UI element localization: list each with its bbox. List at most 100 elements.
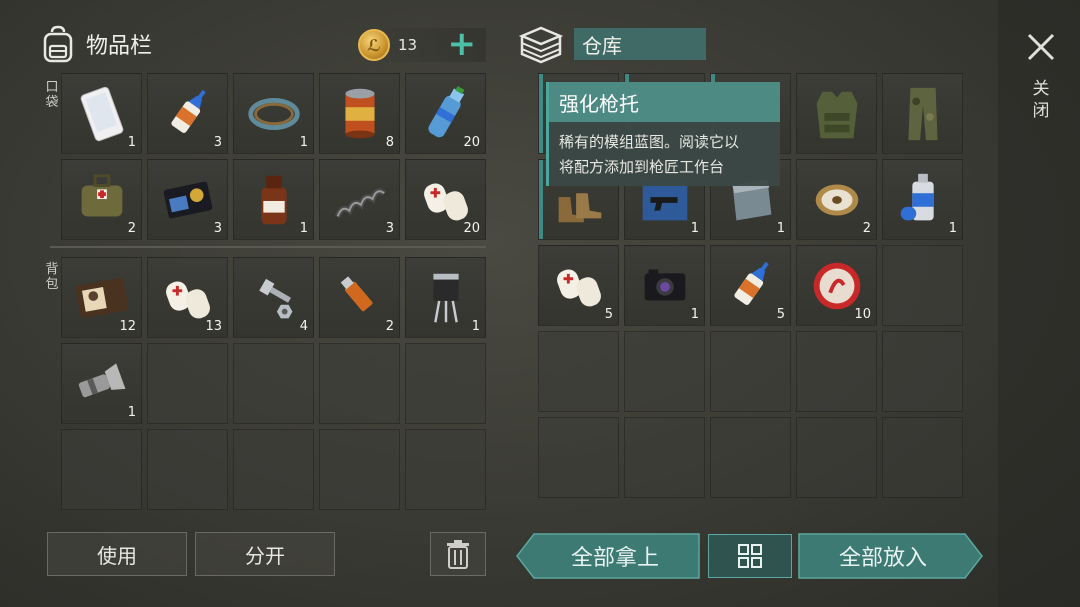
empty-slot[interactable] [538,417,619,498]
empty-slot[interactable] [147,429,228,510]
item-count: 1 [690,307,699,322]
backpack-grid: 12 13 4 2 1 1 [61,257,486,510]
tooltip-line-2: 将配方添加到枪匠工作台 [559,158,725,176]
item-slot[interactable]: 20 [405,73,486,154]
empty-slot[interactable] [405,429,486,510]
empty-slot[interactable] [405,343,486,424]
item-slot[interactable]: 2 [796,159,877,240]
empty-slot[interactable] [61,429,142,510]
item-count: 20 [463,135,480,150]
canned-food-icon [344,88,375,138]
item-slot[interactable]: 20 [405,159,486,240]
take-all-button[interactable]: 全部拿上 [530,534,700,578]
coin-count: 13 [398,36,418,54]
empty-slot[interactable] [710,417,791,498]
empty-slot[interactable] [319,343,400,424]
item-slot[interactable]: 5 [538,245,619,326]
item-slot[interactable]: 3 [147,73,228,154]
warehouse-title: 仓库 [574,28,706,60]
item-slot[interactable]: 3 [319,159,400,240]
item-count: 3 [213,221,222,236]
camo-pants-icon [907,87,938,140]
glue-tube-icon [170,89,206,133]
tactical-vest-icon [816,91,857,138]
item-slot[interactable]: 1 [233,159,314,240]
item-count: 1 [299,221,308,236]
slot-accent [539,160,543,239]
crate-stack-icon [518,26,564,64]
empty-slot[interactable] [624,417,705,498]
item-count: 3 [213,135,222,150]
item-slot[interactable]: 1 [882,159,963,240]
glue-tube-icon [733,261,769,305]
close-icon[interactable] [1024,30,1058,64]
item-slot[interactable] [882,73,963,154]
empty-slot[interactable] [319,429,400,510]
tooltip-title: 强化枪托 [549,82,780,122]
close-label[interactable]: 关闭 [1030,78,1052,122]
item-count: 10 [854,307,871,322]
item-slot[interactable]: 4 [233,257,314,338]
empty-slot[interactable] [882,417,963,498]
item-slot[interactable]: 1 [405,257,486,338]
section-divider [50,246,486,248]
item-count: 4 [299,319,308,334]
empty-slot[interactable] [796,417,877,498]
item-slot[interactable]: 10 [796,245,877,326]
item-count: 1 [471,319,480,334]
item-count: 13 [205,319,222,334]
item-slot[interactable]: 2 [61,159,142,240]
item-count: 2 [862,221,871,236]
item-slot[interactable]: 13 [147,257,228,338]
item-slot[interactable]: 1 [624,245,705,326]
item-slot[interactable]: 5 [710,245,791,326]
empty-slot[interactable] [538,331,619,412]
grid-view-icon [738,544,762,568]
backpack-label: 背包 [45,262,59,292]
inventory-header: 物品栏 [38,22,152,66]
police-badge-wallet-icon [163,181,212,218]
add-coins-button[interactable]: + [448,26,477,62]
item-slot[interactable]: 1 [61,73,142,154]
item-slot[interactable]: 8 [319,73,400,154]
split-button[interactable]: 分开 [195,532,335,576]
empty-slot[interactable] [233,343,314,424]
transistor-icon [432,273,459,322]
spray-can-icon [900,173,934,220]
empty-slot[interactable] [233,429,314,510]
item-count: 3 [385,221,394,236]
slot-accent [539,74,543,153]
item-slot[interactable]: 2 [319,257,400,338]
medkit-bag-icon [81,173,122,216]
empty-slot[interactable] [882,245,963,326]
item-count: 1 [127,135,136,150]
coin-balance: ℒ 13 + [358,26,486,62]
trash-button[interactable] [430,532,486,576]
empty-slot[interactable] [796,331,877,412]
item-count: 5 [776,307,785,322]
item-slot[interactable]: 3 [147,159,228,240]
backpack-icon [43,25,73,63]
item-slot[interactable]: 1 [61,343,142,424]
item-count: 1 [299,135,308,150]
item-slot[interactable]: 1 [233,73,314,154]
empty-slot[interactable] [882,331,963,412]
item-count: 1 [948,221,957,236]
tooltip-description: 稀有的模组蓝图。阅读它以 将配方添加到枪匠工作台 [549,122,780,188]
item-count: 8 [385,135,394,150]
flashlight-icon [78,362,125,397]
usb-drive-icon [340,275,373,311]
empty-slot[interactable] [624,331,705,412]
item-slot[interactable] [796,73,877,154]
empty-slot[interactable] [147,343,228,424]
empty-slot[interactable] [710,331,791,412]
pocket-grid: 1 3 1 8 20 2 3 1 3 20 [61,73,486,240]
item-count: 1 [690,221,699,236]
use-button[interactable]: 使用 [47,532,187,576]
item-tooltip: 强化枪托 稀有的模组蓝图。阅读它以 将配方添加到枪匠工作台 [546,82,780,186]
item-count: 2 [385,319,394,334]
item-slot[interactable]: 12 [61,257,142,338]
sort-button[interactable] [708,534,792,578]
wire-coil-icon [247,97,300,130]
put-all-button[interactable]: 全部放入 [798,534,968,578]
